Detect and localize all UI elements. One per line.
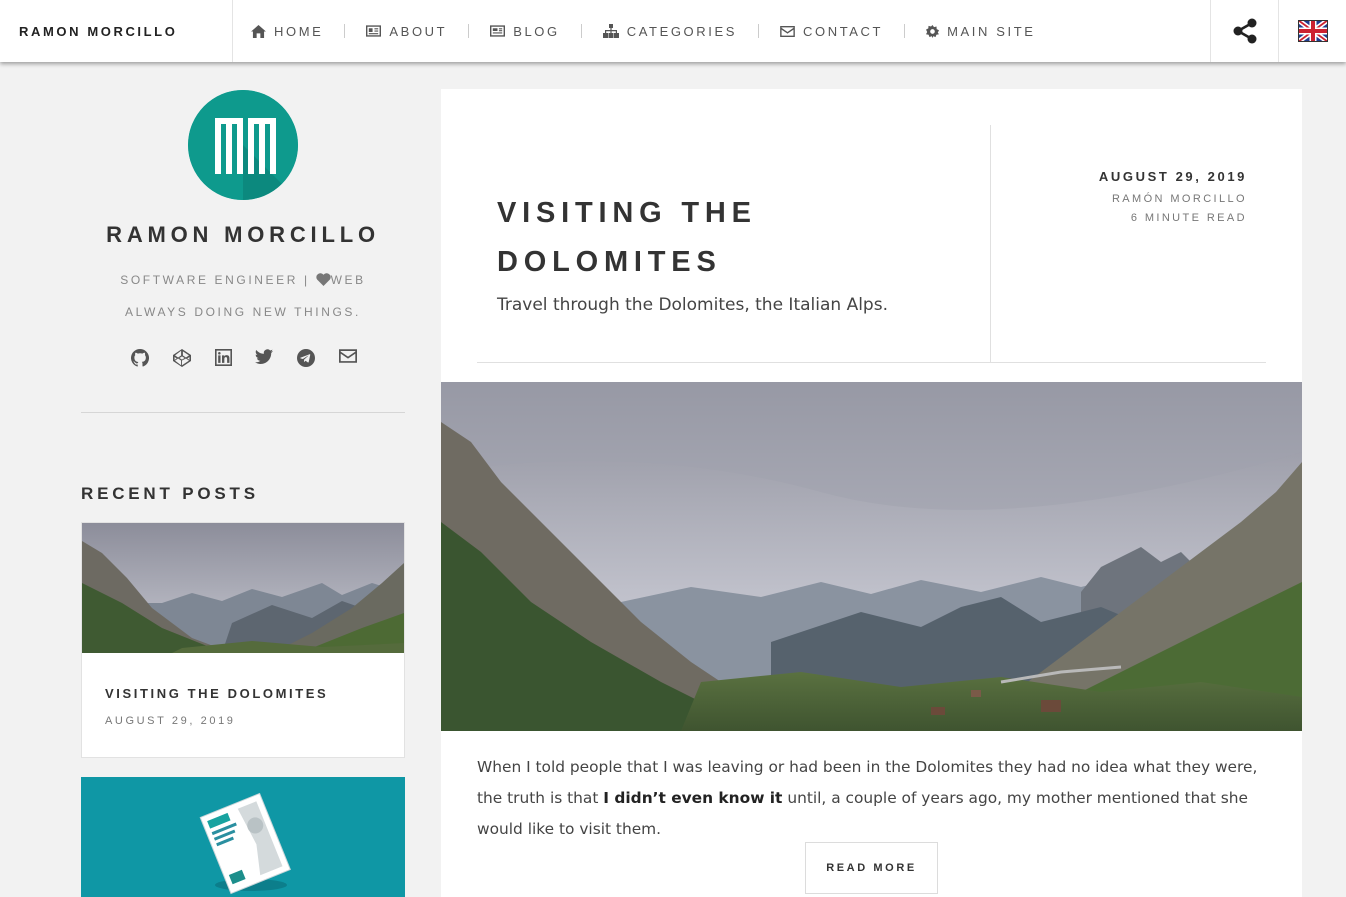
header-horizontal-divider [477,362,1266,363]
codepen-icon[interactable] [172,349,191,367]
post-read-time: 6 MINUTE READ [1130,212,1247,224]
excerpt-bold: I didn’t even know it [603,789,783,807]
read-more-button[interactable]: READ MORE [805,842,938,894]
nav-item-label: ABOUT [389,23,448,39]
heart-icon [315,273,331,286]
telegram-icon[interactable] [297,349,316,367]
post-hero-image[interactable] [441,382,1302,731]
post-meta: AUGUST 29, 2019 RAMÓN MORCILLO 6 MINUTE … [1099,169,1247,224]
nav-separator [344,24,346,38]
envelope-icon[interactable] [338,349,357,363]
nav-brand[interactable]: RAMON MORCILLO [0,0,233,62]
language-button[interactable] [1278,0,1346,62]
sidebar-tagline: SOFTWARE ENGINEER | WEB [81,273,405,287]
recent-post-thumbnail-2[interactable] [81,777,405,897]
nav-item-label: CONTACT [803,23,884,39]
nav-item-label: CATEGORIES [626,23,738,39]
post-date: AUGUST 29, 2019 [1098,169,1247,184]
post-excerpt: When I told people that I was leaving or… [477,752,1269,845]
gear-icon [926,24,940,38]
nav-item-label: MAIN SITE [947,23,1036,39]
sidebar-divider [81,412,405,413]
linkedin-icon[interactable] [214,349,232,366]
id-card-icon [366,25,382,37]
nav-item-blog[interactable]: BLOG [490,24,581,39]
rm-logo-icon [188,90,298,200]
post-card: VISITING THE DOLOMITES Travel through th… [441,89,1302,897]
sidebar-tagline-2: ALWAYS DOING NEW THINGS. [125,305,361,319]
share-icon [1233,18,1256,44]
post-heading: VISITING THE DOLOMITES Travel through th… [497,189,967,315]
recent-post-thumbnail[interactable] [82,523,404,653]
nav-item-main-site[interactable]: MAIN SITE [926,24,1056,39]
recent-post-card[interactable]: VISITING THE DOLOMITES AUGUST 29, 2019 [81,522,405,758]
envelope-icon [780,25,795,37]
recent-post-title[interactable]: VISITING THE DOLOMITES [105,686,328,701]
uk-flag-icon [1297,20,1328,42]
nav-item-label: BLOG [513,23,560,39]
sitemap-icon [602,24,619,38]
post-title[interactable]: VISITING THE DOLOMITES [497,189,967,287]
nav-separator [580,24,582,38]
twitter-icon[interactable] [255,349,274,365]
nav-item-label: HOME [274,23,324,39]
social-links [131,349,357,367]
nav-item-categories[interactable]: CATEGORIES [602,23,758,39]
nav-right [1210,0,1346,62]
newspaper-icon [490,25,506,37]
share-button[interactable] [1210,0,1278,62]
header-vertical-divider [990,125,991,363]
post-subtitle: Travel through the Dolomites, the Italia… [497,295,888,315]
top-nav: RAMON MORCILLO HOME ABOUT BLOG CATEGORIE… [0,0,1346,62]
tagline-text: SOFTWARE ENGINEER | [120,273,310,287]
nav-separator [758,24,760,38]
post-title-line: DOLOMITES [497,246,722,278]
nav-menu: HOME ABOUT BLOG CATEGORIES CONTACT MAIN … [233,0,1210,62]
nav-item-home[interactable]: HOME [251,24,344,39]
recent-post-card-2[interactable] [81,777,405,897]
nav-item-contact[interactable]: CONTACT [780,24,904,39]
github-icon[interactable] [131,349,149,367]
nav-separator [904,24,906,38]
recent-post-date: AUGUST 29, 2019 [105,715,236,727]
site-logo[interactable] [188,90,298,200]
post-title-line: VISITING THE [497,197,757,229]
nav-item-about[interactable]: ABOUT [366,24,468,39]
recent-posts-title: RECENT POSTS [81,484,259,503]
home-icon [251,24,266,38]
nav-separator [468,24,470,38]
post-author: RAMÓN MORCILLO [1111,193,1247,205]
tagline-text: WEB [330,273,366,287]
sidebar-name: RAMON MORCILLO [106,222,380,247]
